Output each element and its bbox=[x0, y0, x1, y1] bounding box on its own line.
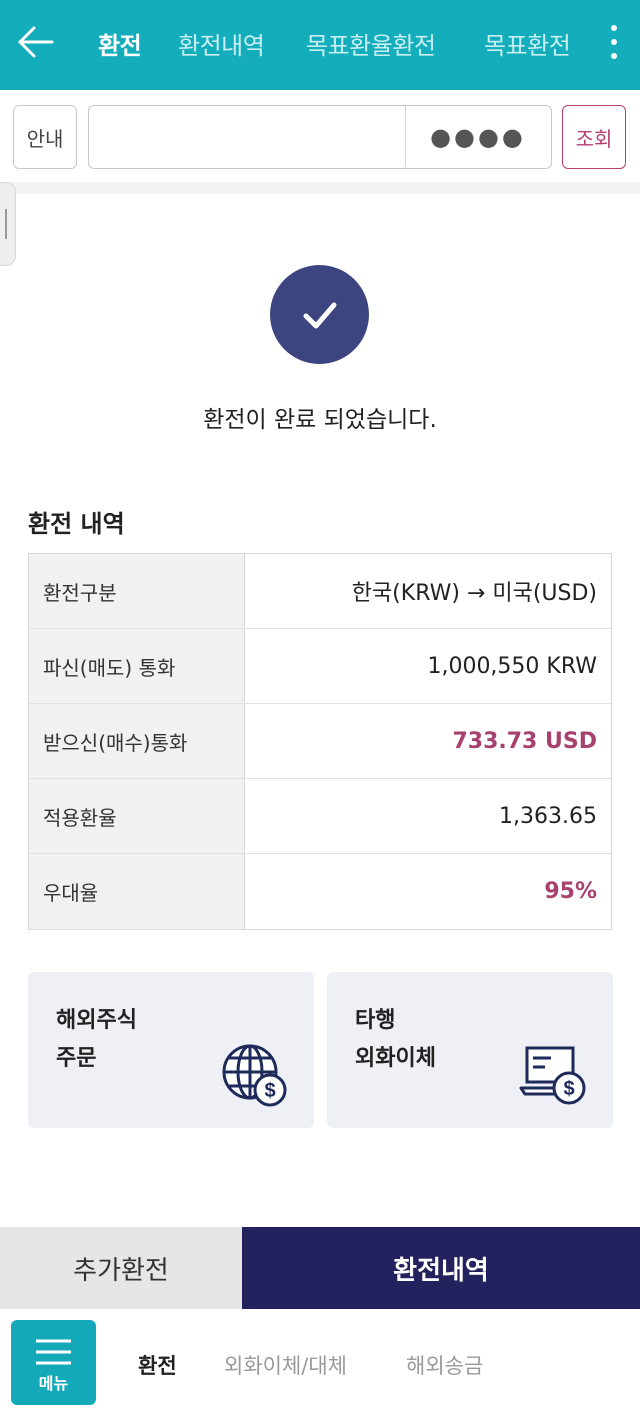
tab-exchange[interactable]: 환전 bbox=[98, 26, 142, 61]
exchange-history-button[interactable]: 환전내역 bbox=[242, 1227, 640, 1309]
more-options-icon[interactable] bbox=[604, 20, 624, 64]
table-row: 파신(매도) 통화 1,000,550 KRW bbox=[29, 629, 611, 704]
row-label: 우대율 bbox=[29, 854, 245, 929]
row-value: 95% bbox=[544, 879, 597, 904]
card-title-line1: 타행 bbox=[355, 1008, 396, 1033]
row-value: 1,363.65 bbox=[499, 803, 597, 829]
section-divider bbox=[0, 182, 640, 194]
top-navigation-bar: 환전 환전내역 목표환율환전 목표환전 bbox=[0, 0, 640, 90]
card-title-line2: 외화이체 bbox=[355, 1046, 436, 1071]
globe-dollar-icon: $ bbox=[222, 1044, 287, 1107]
password-field[interactable]: ●●●● bbox=[405, 106, 551, 167]
query-button[interactable]: 조회 bbox=[562, 105, 626, 169]
check-icon bbox=[303, 302, 336, 328]
table-row: 환전구분 한국(KRW) → 미국(USD) bbox=[29, 554, 611, 629]
bottom-nav-overseas-remittance[interactable]: 해외송금 bbox=[406, 1350, 483, 1380]
additional-exchange-button[interactable]: 추가환전 bbox=[0, 1227, 242, 1309]
card-title-line1: 해외주식 bbox=[56, 1008, 137, 1033]
back-arrow-icon[interactable] bbox=[14, 20, 58, 64]
laptop-dollar-icon: $ bbox=[519, 1046, 586, 1105]
row-value: 한국(KRW) → 미국(USD) bbox=[351, 581, 597, 606]
bottom-nav-fx-transfer[interactable]: 외화이체/대체 bbox=[224, 1350, 347, 1380]
section-title: 환전 내역 bbox=[28, 510, 125, 538]
overseas-stock-order-card[interactable]: 해외주식 주문 $ bbox=[28, 972, 314, 1128]
menu-label: 메뉴 bbox=[38, 1374, 69, 1393]
svg-text:$: $ bbox=[563, 1078, 574, 1100]
row-label: 환전구분 bbox=[29, 554, 245, 628]
tab-target-exchange[interactable]: 목표환전 bbox=[484, 26, 571, 61]
row-value: 1,000,550 KRW bbox=[427, 653, 597, 679]
bottom-nav-exchange[interactable]: 환전 bbox=[138, 1350, 177, 1380]
side-drawer-handle[interactable] bbox=[0, 182, 16, 266]
exchange-details-table: 환전구분 한국(KRW) → 미국(USD) 파신(매도) 통화 1,000,5… bbox=[28, 553, 612, 930]
menu-button[interactable]: 메뉴 bbox=[11, 1320, 96, 1405]
row-label: 파신(매도) 통화 bbox=[29, 629, 245, 703]
row-label: 받으신(매수)통화 bbox=[29, 704, 245, 778]
hamburger-icon bbox=[36, 1339, 71, 1365]
guide-button[interactable]: 안내 bbox=[13, 105, 77, 169]
tab-target-rate-exchange[interactable]: 목표환율환전 bbox=[306, 26, 436, 61]
table-row: 적용환율 1,363.65 bbox=[29, 779, 611, 854]
svg-text:$: $ bbox=[264, 1080, 275, 1102]
table-row: 받으신(매수)통화 733.73 USD bbox=[29, 704, 611, 779]
success-check-icon bbox=[270, 265, 369, 364]
table-row: 우대율 95% bbox=[29, 854, 611, 929]
other-bank-fx-transfer-card[interactable]: 타행 외화이체 $ bbox=[327, 972, 613, 1128]
tab-exchange-history[interactable]: 환전내역 bbox=[178, 26, 265, 61]
card-title-line2: 주문 bbox=[56, 1046, 97, 1071]
completion-message: 환전이 완료 되었습니다. bbox=[203, 407, 437, 433]
row-value: 733.73 USD bbox=[452, 728, 597, 754]
account-input[interactable]: ●●●● bbox=[88, 105, 552, 169]
row-label: 적용환율 bbox=[29, 779, 245, 853]
